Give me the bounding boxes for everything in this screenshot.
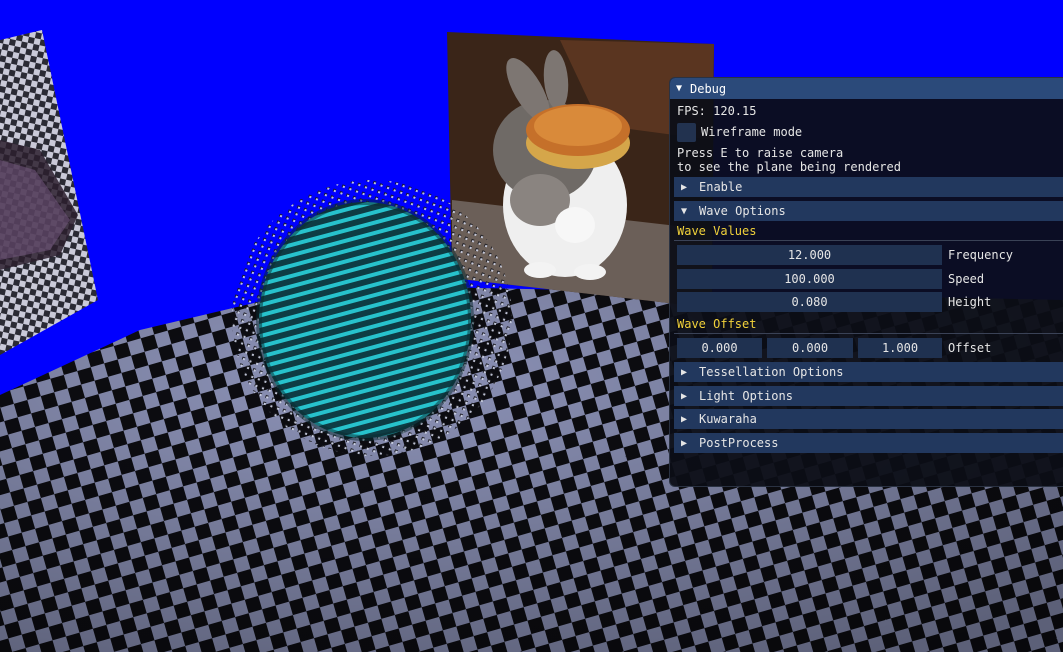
header-enable[interactable]: ▶ Enable: [674, 177, 1063, 197]
hint-line-1: Press E to raise camera: [677, 146, 844, 160]
header-wave-options[interactable]: ▼ Wave Options: [674, 201, 1063, 221]
expand-arrow-icon: ▶: [681, 366, 688, 378]
debug-panel-titlebar[interactable]: ▼ Debug: [670, 78, 1063, 99]
wireframe-label: Wireframe mode: [701, 125, 803, 139]
collapse-arrow-icon: ▼: [681, 205, 688, 217]
wave-offset-label: Wave Offset: [677, 317, 757, 331]
expand-arrow-icon: ▶: [681, 181, 688, 193]
height-input[interactable]: 0.080: [677, 292, 942, 312]
header-postprocess-label: PostProcess: [699, 436, 779, 450]
debug-panel: ▼ Debug FPS: 120.15 Wireframe mode Press…: [669, 77, 1063, 487]
offset-x-input[interactable]: 0.000: [677, 338, 762, 358]
wave-values-label: Wave Values: [677, 224, 757, 238]
expand-arrow-icon: ▶: [681, 390, 688, 402]
collapse-arrow-icon[interactable]: ▼: [676, 83, 690, 94]
header-kuwaraha-label: Kuwaraha: [699, 412, 757, 426]
offset-z-input[interactable]: 1.000: [858, 338, 942, 358]
header-enable-label: Enable: [699, 180, 743, 194]
fps-readout: FPS: 120.15: [677, 104, 757, 118]
offset-label: Offset: [948, 341, 992, 355]
wireframe-checkbox[interactable]: [677, 123, 696, 142]
header-kuwaraha[interactable]: ▶ Kuwaraha: [674, 409, 1063, 429]
header-light-label: Light Options: [699, 389, 793, 403]
frequency-label: Frequency: [948, 248, 1014, 262]
height-label: Height: [948, 295, 992, 309]
expand-arrow-icon: ▶: [681, 413, 688, 425]
separator: [674, 240, 1063, 241]
header-wave-options-label: Wave Options: [699, 204, 786, 218]
separator: [674, 333, 1063, 334]
frequency-input[interactable]: 12.000: [677, 245, 942, 265]
header-light-options[interactable]: ▶ Light Options: [674, 386, 1063, 406]
offset-y-input[interactable]: 0.000: [767, 338, 853, 358]
header-tessellation-options[interactable]: ▶ Tessellation Options: [674, 362, 1063, 382]
header-postprocess[interactable]: ▶ PostProcess: [674, 433, 1063, 453]
speed-label: Speed: [948, 272, 985, 286]
tessellated-wave-sphere: [232, 180, 512, 456]
debug-panel-title: Debug: [690, 81, 727, 96]
speed-input[interactable]: 100.000: [677, 269, 942, 289]
hint-line-2: to see the plane being rendered: [677, 160, 901, 174]
expand-arrow-icon: ▶: [681, 437, 688, 449]
header-tessellation-label: Tessellation Options: [699, 365, 844, 379]
